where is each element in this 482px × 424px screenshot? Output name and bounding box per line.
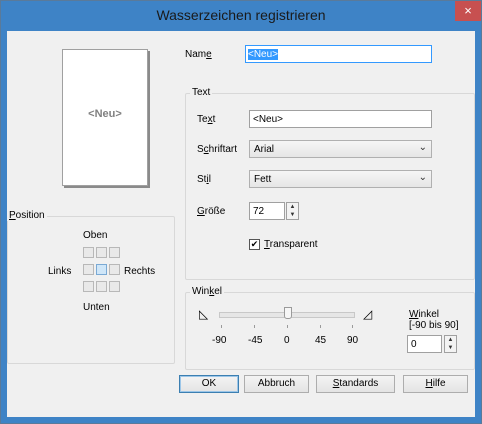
style-label: Stil (197, 174, 211, 185)
position-right-label: Rechts (124, 266, 156, 277)
tick-label: -45 (248, 335, 263, 346)
angle-right-icon: ◿ (363, 307, 373, 321)
tick-label: 0 (284, 335, 290, 346)
spin-down-icon[interactable]: ▼ (287, 211, 298, 219)
slider-tick (221, 325, 222, 328)
size-input[interactable] (249, 202, 285, 220)
position-group-title: Position (7, 210, 47, 221)
angle-left-icon: ◺ (199, 307, 209, 321)
position-cell-middle-right[interactable] (109, 264, 120, 275)
angle-value-label: Winkel (409, 309, 440, 320)
position-cell-bottom-right[interactable] (109, 281, 120, 292)
slider-tick (254, 325, 255, 328)
watermark-preview: <Neu> (62, 49, 148, 186)
position-cell-top-right[interactable] (109, 247, 120, 258)
transparent-checkbox[interactable]: ✔ (249, 239, 260, 250)
dialog-body: <Neu> Name <Neu> Text Text Schriftart Ar… (7, 31, 475, 417)
angle-range-label: [-90 bis 90] (409, 320, 459, 331)
dialog-window: Wasserzeichen registrieren × <Neu> Name … (0, 0, 482, 424)
position-left-label: Links (48, 266, 72, 277)
name-label: Name (185, 49, 212, 60)
defaults-button[interactable]: Standards (316, 375, 395, 393)
spin-up-icon[interactable]: ▲ (287, 203, 298, 211)
style-select-value: Fett (254, 174, 272, 185)
font-label: Schriftart (197, 144, 238, 155)
tick-label: 45 (315, 335, 327, 346)
help-button[interactable]: Hilfe (403, 375, 468, 393)
spin-up-icon[interactable]: ▲ (445, 336, 456, 344)
text-input[interactable] (249, 110, 432, 128)
position-cell-center[interactable] (96, 264, 107, 275)
angle-group (185, 292, 475, 370)
cancel-button[interactable]: Abbruch (244, 375, 309, 393)
text-label: Text (197, 114, 216, 125)
name-input[interactable]: <Neu> (245, 45, 432, 63)
close-icon[interactable]: × (455, 1, 481, 21)
position-cell-top-left[interactable] (83, 247, 94, 258)
position-cell-bottom-left[interactable] (83, 281, 94, 292)
chevron-down-icon: ⌄ (418, 172, 427, 183)
preview-label: <Neu> (88, 108, 122, 120)
name-input-value: <Neu> (248, 49, 279, 60)
slider-tick (352, 325, 353, 328)
font-select[interactable]: Arial ⌄ (249, 140, 432, 158)
angle-slider-thumb[interactable] (284, 307, 292, 319)
font-select-value: Arial (254, 144, 275, 155)
transparent-label: Transparent (264, 239, 318, 250)
size-label: Größe (197, 206, 226, 217)
angle-input[interactable] (407, 335, 442, 353)
position-cell-top-center[interactable] (96, 247, 107, 258)
position-cell-middle-left[interactable] (83, 264, 94, 275)
window-title: Wasserzeichen registrieren (156, 7, 326, 23)
title-bar[interactable]: Wasserzeichen registrieren × (1, 1, 481, 29)
position-bottom-label: Unten (83, 302, 110, 313)
spin-down-icon[interactable]: ▼ (445, 344, 456, 352)
text-group-title: Text (190, 87, 213, 98)
style-select[interactable]: Fett ⌄ (249, 170, 432, 188)
chevron-down-icon: ⌄ (418, 142, 427, 153)
tick-label: 90 (347, 335, 359, 346)
slider-tick (287, 325, 288, 328)
angle-stepper[interactable]: ▲ ▼ (444, 335, 457, 353)
position-top-label: Oben (83, 230, 108, 241)
position-cell-bottom-center[interactable] (96, 281, 107, 292)
angle-group-title: Winkel (190, 286, 225, 297)
slider-tick (320, 325, 321, 328)
size-stepper[interactable]: ▲ ▼ (286, 202, 299, 220)
ok-button[interactable]: OK (179, 375, 239, 393)
tick-label: -90 (212, 335, 227, 346)
